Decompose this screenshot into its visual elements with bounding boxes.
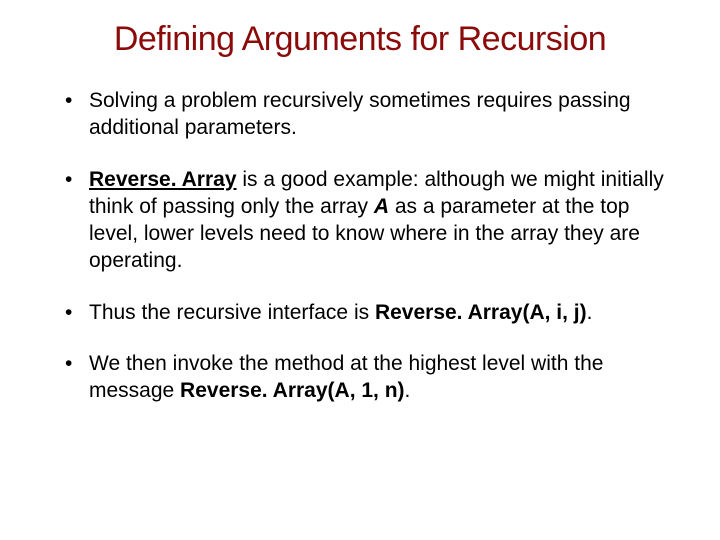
bullet-term: Reverse. Array	[89, 168, 237, 191]
bullet-call: Reverse. Array(A, i, j)	[375, 301, 587, 324]
bullet-list: Solving a problem recursively sometimes …	[45, 87, 675, 405]
bullet-text: Solving a problem recursively sometimes …	[89, 89, 631, 139]
bullet-text: .	[405, 379, 411, 402]
slide-title: Defining Arguments for Recursion	[45, 20, 675, 59]
bullet-text: Thus the recursive interface is	[89, 301, 375, 324]
bullet-item: Thus the recursive interface is Reverse.…	[65, 299, 675, 326]
bullet-item: Reverse. Array is a good example: althou…	[65, 166, 675, 275]
bullet-var: A	[374, 195, 389, 218]
bullet-item: Solving a problem recursively sometimes …	[65, 87, 675, 142]
bullet-call: Reverse. Array(A, 1, n)	[180, 379, 405, 402]
bullet-text: .	[587, 301, 593, 324]
bullet-item: We then invoke the method at the highest…	[65, 350, 675, 405]
